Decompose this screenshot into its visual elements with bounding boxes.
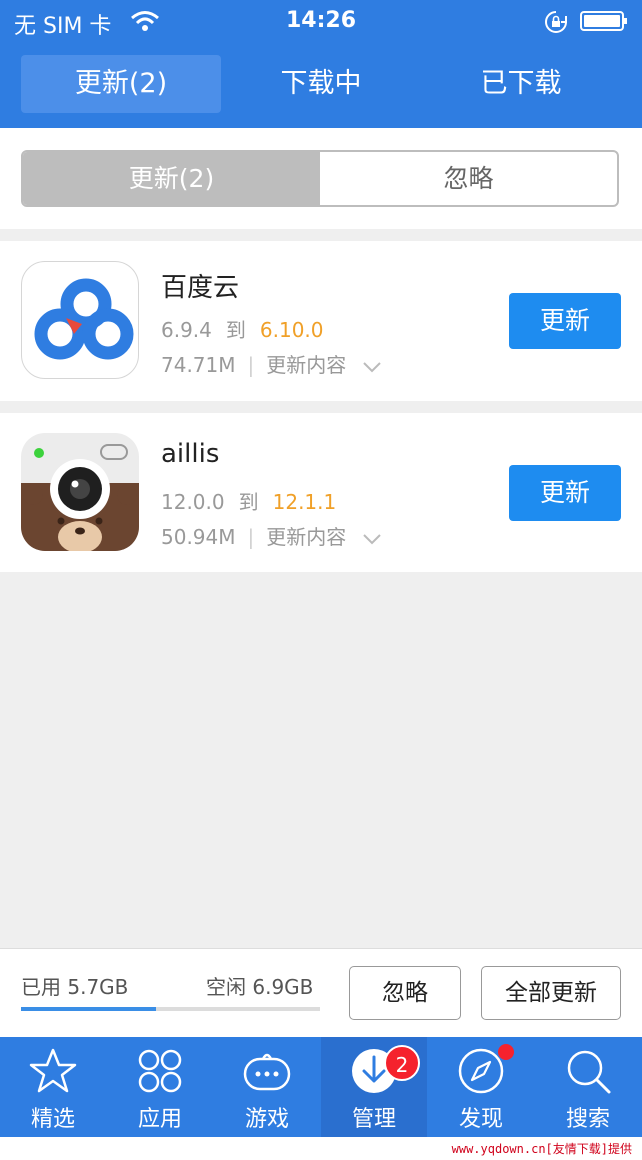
- tab-search[interactable]: 搜索: [535, 1037, 641, 1137]
- discover-notification-dot: [498, 1044, 514, 1060]
- storage-bar: 已用 5.7GB 空闲 6.9GB 忽略 全部更新: [0, 948, 642, 1039]
- update-button[interactable]: 更新: [509, 465, 621, 521]
- tab-label: 精选: [30, 1107, 75, 1132]
- divider: [0, 401, 642, 413]
- app-size: 74.71M: [161, 353, 236, 377]
- bottom-tab-bar: 精选 应用 游戏 管理 2 发现 搜索: [0, 1037, 642, 1137]
- to-label: 到: [238, 490, 259, 514]
- tab-label: 游戏: [244, 1107, 289, 1132]
- size-info: 50.94M | 更新内容: [161, 521, 381, 550]
- app-row: aillis 12.0.0 到 12.1.1 50.94M | 更新内容 更新: [0, 413, 642, 573]
- tab-label: 应用: [137, 1107, 182, 1132]
- storage-progress: [21, 1007, 320, 1011]
- battery-icon: [580, 11, 627, 31]
- tab-downloading[interactable]: 下载中: [221, 55, 421, 113]
- version-info: 6.9.4 到 6.10.0: [161, 314, 324, 343]
- tab-apps[interactable]: 应用: [107, 1037, 213, 1137]
- aillis-camera-icon[interactable]: [21, 433, 139, 551]
- separator: |: [247, 525, 255, 549]
- game-controller-icon: [243, 1053, 291, 1091]
- app-name: aillis: [161, 439, 220, 469]
- current-version: 6.9.4: [161, 318, 212, 342]
- tab-discover[interactable]: 发现: [428, 1037, 534, 1137]
- new-version: 12.1.1: [272, 490, 337, 514]
- rotation-lock-icon: [545, 11, 567, 33]
- app-size: 50.94M: [161, 525, 236, 549]
- to-label: 到: [225, 318, 246, 342]
- storage-progress-fill: [21, 1007, 156, 1011]
- version-info: 12.0.0 到 12.1.1: [161, 486, 336, 515]
- tab-label: 管理: [351, 1107, 396, 1132]
- segmented-control: 更新(2) 忽略: [21, 150, 619, 207]
- tab-label: 发现: [458, 1107, 503, 1132]
- changelog-link[interactable]: 更新内容: [266, 353, 346, 377]
- watermark-text: www.yqdown.cn[友情下载]提供: [451, 1142, 632, 1156]
- tab-label: 搜索: [565, 1107, 610, 1132]
- baidu-cloud-icon[interactable]: [21, 261, 139, 379]
- star-icon: [29, 1048, 77, 1093]
- tab-featured[interactable]: 精选: [0, 1037, 106, 1137]
- storage-used: 已用 5.7GB: [21, 975, 129, 999]
- storage-free: 空闲 6.9GB: [206, 975, 314, 999]
- segment-updates[interactable]: 更新(2): [23, 152, 320, 205]
- chevron-down-icon[interactable]: [362, 361, 381, 373]
- ignore-all-button[interactable]: 忽略: [349, 966, 461, 1020]
- search-icon: [567, 1050, 611, 1094]
- update-button[interactable]: 更新: [509, 293, 621, 349]
- size-info: 74.71M | 更新内容: [161, 349, 381, 378]
- tab-games[interactable]: 游戏: [214, 1037, 320, 1137]
- app-row: 百度云 6.9.4 到 6.10.0 74.71M | 更新内容 更新: [0, 241, 642, 401]
- watermark-strip: www.yqdown.cn[友情下载]提供: [0, 1137, 642, 1160]
- chevron-down-icon[interactable]: [362, 533, 381, 545]
- tab-updates[interactable]: 更新(2): [21, 55, 221, 113]
- top-tab-bar: 更新(2) 下载中 已下载: [0, 52, 642, 118]
- current-version: 12.0.0: [161, 490, 225, 514]
- update-all-button[interactable]: 全部更新: [481, 966, 621, 1020]
- changelog-link[interactable]: 更新内容: [266, 525, 346, 549]
- header-bar: 无 SIM 卡 14:26 更新(2) 下载中 已下载: [0, 0, 642, 128]
- separator: |: [247, 353, 255, 377]
- status-bar: 无 SIM 卡 14:26: [0, 0, 642, 44]
- app-name: 百度云: [161, 273, 240, 303]
- new-version: 6.10.0: [259, 318, 324, 342]
- tab-downloaded[interactable]: 已下载: [421, 55, 621, 113]
- empty-list-area: [0, 572, 642, 948]
- divider: [0, 229, 642, 241]
- apps-grid-icon: [138, 1049, 182, 1093]
- update-count-badge: 2: [384, 1045, 420, 1081]
- segment-ignored[interactable]: 忽略: [320, 152, 617, 205]
